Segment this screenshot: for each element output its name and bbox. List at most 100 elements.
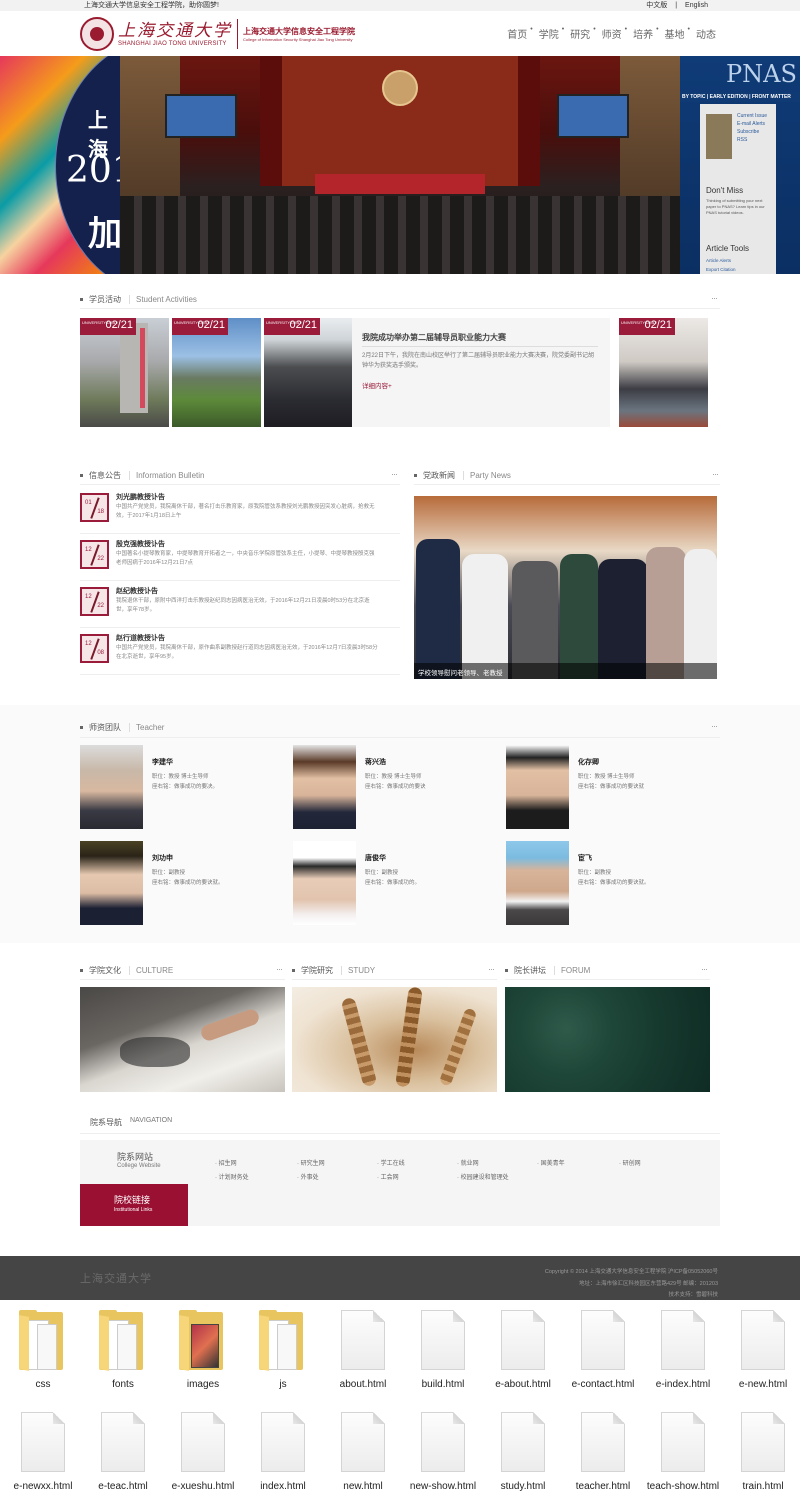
section-title-en: STUDY — [341, 965, 375, 975]
file-item[interactable]: study.html — [483, 1404, 563, 1504]
bulletin-title[interactable]: 殷克强教授讣告 — [116, 539, 165, 549]
bulletin-item[interactable]: 12 22 殷克强教授讣告 中国著名小提琴教育家，中提琴教育开拓者之一，中央音乐学… — [80, 535, 400, 581]
culture-image[interactable] — [80, 987, 285, 1092]
teacher-card[interactable]: 唐俊华 职位：副教授 座右铭：做事成功的。 — [293, 841, 503, 926]
pnas-dont-miss-text: Thinking of submitting your next paper t… — [706, 198, 765, 215]
file-item[interactable]: e-new.html — [723, 1302, 800, 1402]
nav-home[interactable]: 首页 — [507, 26, 527, 41]
teacher-name[interactable]: 宦飞 — [578, 853, 592, 863]
nav-link[interactable]: · 就业网 — [457, 1158, 479, 1167]
folder-item[interactable]: js — [243, 1302, 323, 1402]
hero-banner-carousel[interactable]: 上海 2017 加 PNAS BY TOPIC | EARLY EDITION … — [0, 56, 800, 274]
file-item[interactable]: new-show.html — [403, 1404, 483, 1504]
more-button[interactable]: ··· — [711, 293, 718, 303]
file-item[interactable]: e-about.html — [483, 1302, 563, 1402]
teacher-name[interactable]: 李建华 — [152, 757, 173, 767]
slide-caption-bar: 学校领导慰问老领导、老教授 — [414, 663, 717, 679]
activity-card[interactable]: UNIVERSITY DAILY 02/21 — [80, 318, 169, 427]
teacher-name[interactable]: 化存卿 — [578, 757, 599, 767]
activity-card[interactable]: UNIVERSITY DAILY 02/21 — [172, 318, 261, 427]
forum-image[interactable] — [505, 987, 710, 1092]
read-more-link[interactable]: 详细内容+ — [362, 380, 392, 390]
date-month: 12 — [85, 641, 92, 647]
file-item[interactable]: e-contact.html — [563, 1302, 643, 1402]
more-button[interactable]: ··· — [488, 964, 495, 974]
file-item[interactable]: teacher.html — [563, 1404, 643, 1504]
more-button[interactable]: ··· — [701, 964, 708, 974]
file-item[interactable]: e-teac.html — [83, 1404, 163, 1504]
lang-english-link[interactable]: English — [685, 2, 708, 9]
file-item[interactable]: e-xueshu.html — [163, 1404, 243, 1504]
more-button[interactable]: ··· — [711, 721, 718, 731]
nav-faculty[interactable]: 师资 — [602, 26, 622, 41]
bulletin-title[interactable]: 赵行道教授讣告 — [116, 633, 165, 643]
teacher-card[interactable]: 化存卿 职位：教授 博士生导师 座右铭：做事成功的要诀就 — [506, 745, 716, 830]
lang-chinese-link[interactable]: 中文版 — [646, 2, 667, 9]
teacher-photo[interactable] — [80, 841, 143, 925]
nav-college[interactable]: 学院 — [539, 26, 559, 41]
nav-link[interactable]: · 计划财务处 — [215, 1172, 249, 1181]
teacher-photo[interactable] — [506, 841, 569, 925]
teacher-name[interactable]: 唐俊华 — [365, 853, 386, 863]
teacher-card[interactable]: 蒋兴浩 职位：教授 博士生导师 座右铭：做事成功的要诀 — [293, 745, 503, 830]
nav-base[interactable]: 基地 — [665, 26, 685, 41]
bulletin-item[interactable]: 12 08 赵行道教授讣告 中国共产党党员，我院离休干部，原作曲系副教授赵行道同志… — [80, 629, 400, 675]
file-item[interactable]: train.html — [723, 1404, 800, 1504]
file-name: train.html — [742, 1481, 784, 1492]
teacher-photo[interactable] — [293, 841, 356, 925]
teacher-card[interactable]: 宦飞 职位：副教授 座右铭：做事成功的要诀就。 — [506, 841, 716, 926]
html-file-icon — [419, 1310, 467, 1374]
site-logo[interactable]: 上海交通大学 SHANGHAI JIAO TONG UNIVERSITY 上海交… — [80, 17, 355, 51]
file-item[interactable]: build.html — [403, 1302, 483, 1402]
nav-link[interactable]: · 国美青年 — [537, 1158, 565, 1167]
file-item[interactable]: teach-show.html — [643, 1404, 723, 1504]
file-item[interactable]: about.html — [323, 1302, 403, 1402]
file-item[interactable]: index.html — [243, 1404, 323, 1504]
folder-item[interactable]: css — [3, 1302, 83, 1402]
bulletin-item[interactable]: 01 18 刘光鹏教授讣告 中国共产党党员，我院离休干部，著名打击乐教育家，原我院… — [80, 488, 400, 534]
document-shape — [341, 1412, 385, 1472]
teacher-photo[interactable] — [293, 745, 356, 829]
nav-link[interactable]: · 外事处 — [297, 1172, 319, 1181]
nav-link[interactable]: · 招生网 — [215, 1158, 237, 1167]
page-fold — [773, 1310, 785, 1322]
study-image[interactable] — [292, 986, 497, 1092]
activity-feature[interactable]: 我院成功举办第二届辅导员职业能力大赛 2月22日下午，我院在南山校区举行了第二届… — [352, 318, 610, 427]
pnas-title: PNAS — [726, 60, 797, 88]
nav-link[interactable]: · 学工在线 — [377, 1158, 405, 1167]
more-button[interactable]: ··· — [712, 469, 719, 479]
bulletin-item[interactable]: 12 22 赵纪教授讣告 我院退休干部，原附中西洋打击乐教授赵纪同志因病医治无效，… — [80, 582, 400, 628]
teacher-photo[interactable] — [506, 745, 569, 829]
teacher-card[interactable]: 刘功申 职位：副教授 座右铭：做事成功的要诀就。 — [80, 841, 290, 926]
nav-training[interactable]: 培养 — [633, 26, 653, 41]
section-title-en: CULTURE — [129, 965, 173, 975]
teacher-name[interactable]: 蒋兴浩 — [365, 757, 386, 767]
activity-card[interactable]: UNIVERSITY DAILY 02/21 — [619, 318, 708, 427]
activity-card[interactable]: UNIVERSITY DAILY 02/21 — [264, 318, 352, 427]
party-news-slider[interactable]: 学校领导慰问老领导、老教授 — [414, 496, 717, 679]
bulletin-title[interactable]: 刘光鹏教授讣告 — [116, 492, 165, 502]
more-button[interactable]: ··· — [391, 469, 398, 479]
activity-title[interactable]: 我院成功举办第二届辅导员职业能力大赛 — [362, 332, 506, 343]
folder-item[interactable]: fonts — [83, 1302, 163, 1402]
folder-item[interactable]: images — [163, 1302, 243, 1402]
tab-institutional-links[interactable]: 院校链接 Institutional Links — [80, 1184, 188, 1226]
teacher-name[interactable]: 刘功申 — [152, 853, 173, 863]
teacher-card[interactable]: 李建华 职位：教授 博士生导师 座右铭：做事成功的要决。 — [80, 745, 290, 830]
nav-link[interactable]: · 研究生网 — [297, 1158, 325, 1167]
section-title-en: NAVIGATION — [130, 1117, 173, 1124]
nav-link[interactable]: · 工会网 — [377, 1172, 399, 1181]
section-title-cn: 院长讲坛 — [514, 965, 546, 975]
file-item[interactable]: new.html — [323, 1404, 403, 1504]
nav-research[interactable]: 研究 — [570, 26, 590, 41]
nav-news[interactable]: 动态 — [696, 26, 716, 41]
more-button[interactable]: ··· — [276, 964, 283, 974]
section-title-cn: 学院研究 — [301, 965, 333, 975]
nav-link[interactable]: · 校园建设和管理处 — [457, 1172, 509, 1181]
bulletin-desc: 中国共产党党员，我院离休干部，原作曲系副教授赵行道同志因病医治无效，于2016年… — [116, 645, 378, 660]
file-item[interactable]: e-index.html — [643, 1302, 723, 1402]
nav-link[interactable]: · 研创网 — [619, 1158, 641, 1167]
bulletin-title[interactable]: 赵纪教授讣告 — [116, 586, 158, 596]
file-item[interactable]: e-newxx.html — [3, 1404, 83, 1504]
teacher-photo[interactable] — [80, 745, 143, 829]
